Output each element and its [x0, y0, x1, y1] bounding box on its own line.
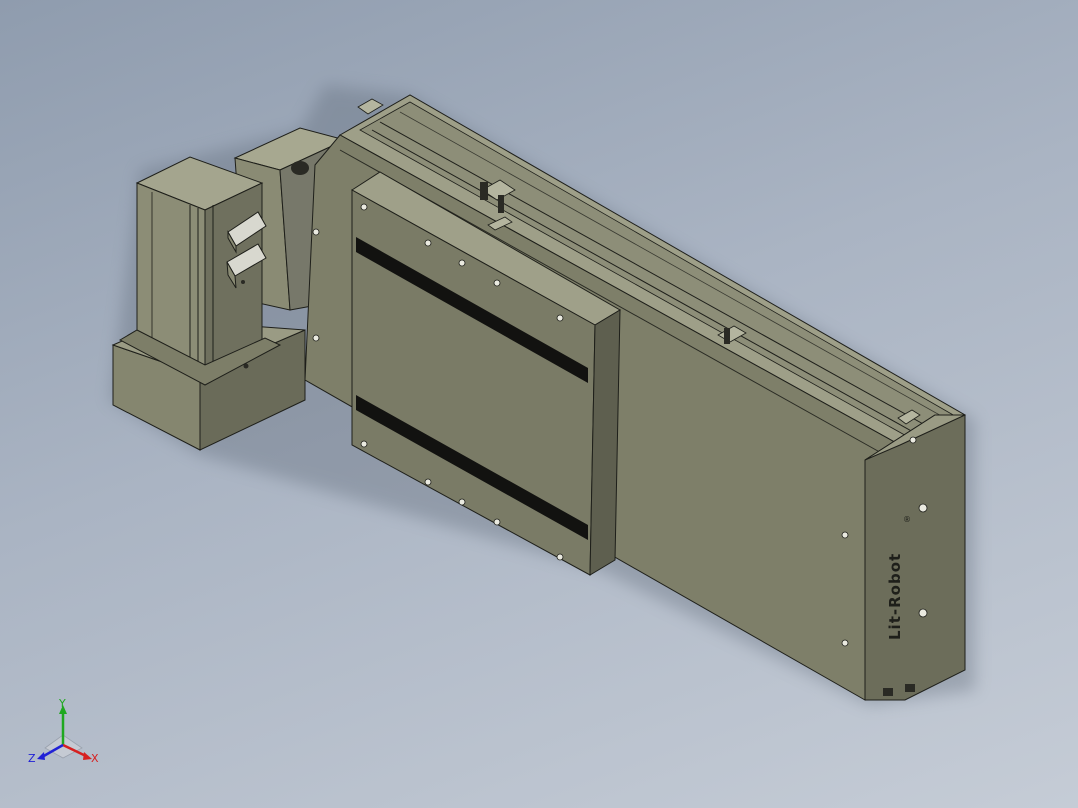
triad-y-label: Y	[58, 697, 66, 710]
end-cap[interactable]: Lit-Robot ®	[864, 414, 966, 701]
triad-z-label: Z	[28, 752, 36, 765]
carriage-screw	[360, 440, 368, 448]
cad-viewport[interactable]: Lit-Robot ® Y X Z	[0, 0, 1078, 808]
carriage-screw	[458, 259, 466, 267]
carriage-screw	[424, 478, 432, 486]
brand-logo-mark: ®	[903, 515, 911, 524]
screw-head	[312, 228, 320, 236]
screw-head	[841, 531, 849, 539]
servo-motor[interactable]	[118, 156, 282, 386]
coupling-hole	[291, 161, 309, 175]
triad-x-label: X	[91, 752, 99, 765]
carriage-screw	[458, 498, 466, 506]
end-cap-screw	[918, 503, 928, 513]
end-cap-screw	[918, 608, 928, 618]
linear-actuator-model[interactable]: Lit-Robot ® Y X Z	[0, 0, 1078, 808]
carriage-screw	[556, 314, 564, 322]
carriage-screw	[493, 279, 501, 287]
carriage-screw	[493, 518, 501, 526]
screw-head	[841, 639, 849, 647]
carriage-screw	[360, 203, 368, 211]
coordinate-triad[interactable]: Y X Z	[28, 697, 99, 765]
carriage-screw	[556, 553, 564, 561]
screw-head	[312, 334, 320, 342]
carriage-screw	[424, 239, 432, 247]
triad-z-arrow	[37, 752, 45, 760]
brand-logo: Lit-Robot	[886, 553, 904, 640]
